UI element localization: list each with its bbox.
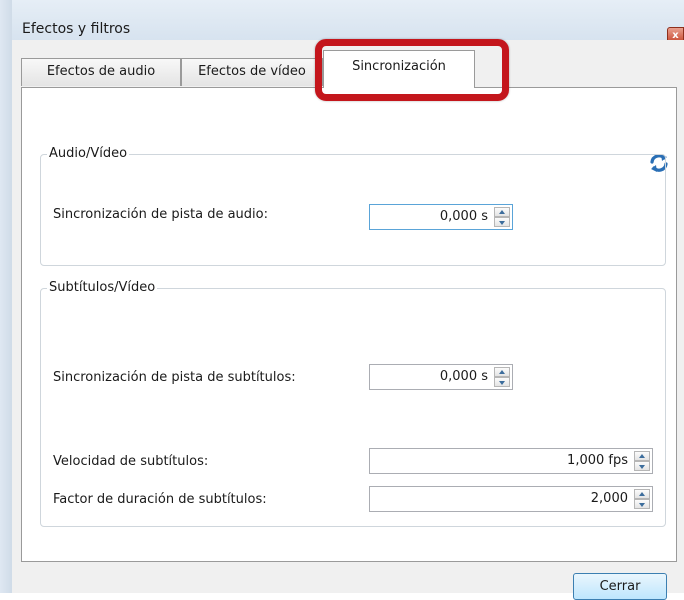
subtitle-track-sync-spinbox[interactable]: 0,000 s [369, 364, 513, 390]
tab-video-effects[interactable]: Efectos de vídeo [181, 58, 323, 86]
subtitle-duration-factor-value[interactable]: 2,000 [591, 491, 628, 507]
subtitle-track-sync-stepper[interactable] [494, 367, 510, 387]
tab-audio-effects[interactable]: Efectos de audio [21, 58, 181, 86]
subtitles-video-group: Subtítulos/Vídeo Sincronización de pista… [40, 279, 666, 527]
spin-up-arrow-icon[interactable] [494, 367, 510, 377]
audio-track-sync-value[interactable]: 0,000 s [440, 209, 488, 225]
spin-up-arrow-icon[interactable] [494, 207, 510, 217]
spin-up-arrow-icon[interactable] [634, 489, 650, 499]
subtitle-duration-factor-label: Factor de duración de subtítulos: [53, 492, 267, 507]
spin-down-arrow-icon[interactable] [634, 461, 650, 471]
spin-down-arrow-icon[interactable] [494, 217, 510, 227]
subtitle-track-sync-label: Sincronización de pista de subtítulos: [53, 370, 296, 385]
spin-down-arrow-icon[interactable] [494, 377, 510, 387]
subtitle-track-sync-value[interactable]: 0,000 s [440, 369, 488, 385]
subtitle-speed-stepper[interactable] [634, 451, 650, 471]
audio-track-sync-spinbox[interactable]: 0,000 s [369, 204, 513, 230]
window-frame-edge [0, 0, 12, 593]
subtitle-duration-factor-spinbox[interactable]: 2,000 [369, 486, 653, 512]
subtitle-duration-factor-stepper[interactable] [634, 489, 650, 509]
audio-track-sync-label: Sincronización de pista de audio: [53, 207, 268, 222]
dialog-client-area: Efectos de audio Efectos de vídeo Sincro… [12, 39, 684, 600]
subtitle-speed-value[interactable]: 1,000 fps [567, 453, 628, 469]
subtitles-video-group-title: Subtítulos/Vídeo [47, 279, 158, 297]
audio-video-group-title: Audio/Vídeo [47, 145, 130, 163]
spin-up-arrow-icon[interactable] [634, 451, 650, 461]
spin-down-arrow-icon[interactable] [634, 499, 650, 509]
synchronization-panel: Audio/Vídeo Sincronización de pista de a… [21, 87, 677, 562]
effects-filters-dialog: Efectos y filtros x Efectos de audio Efe… [0, 0, 684, 600]
window-title: Efectos y filtros [22, 21, 131, 37]
subtitle-speed-spinbox[interactable]: 1,000 fps [369, 448, 653, 474]
tab-highlight-box [315, 39, 509, 101]
audio-video-group: Audio/Vídeo Sincronización de pista de a… [40, 145, 666, 266]
close-dialog-button[interactable]: Cerrar [573, 573, 667, 600]
subtitle-speed-label: Velocidad de subtítulos: [53, 454, 209, 469]
title-bar: Efectos y filtros x [0, 0, 684, 44]
audio-track-sync-stepper[interactable] [494, 207, 510, 227]
